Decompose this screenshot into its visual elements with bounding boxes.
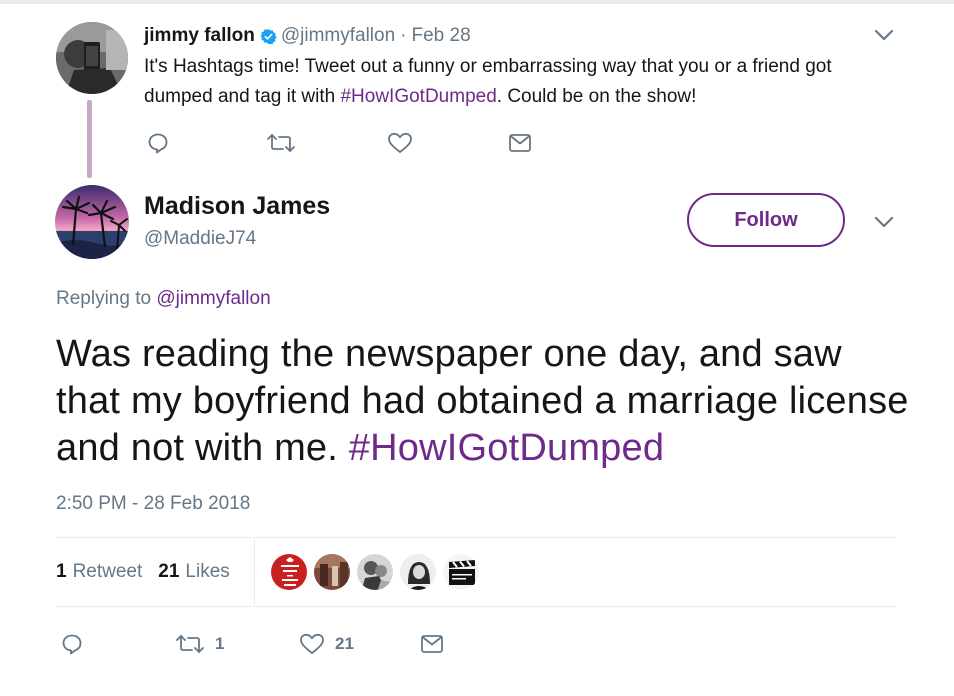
retweet-icon: [176, 635, 204, 653]
stats-top-divider: [56, 537, 896, 538]
main-like-count: 21: [335, 634, 354, 653]
retweets-stat[interactable]: 1 Retweet: [56, 561, 142, 583]
parent-text-tail: . Could be on the show!: [496, 86, 697, 107]
main-more-chevron-down-icon[interactable]: [873, 215, 895, 229]
likes-stat[interactable]: 21 Likes: [158, 561, 230, 583]
likers-avatar-list: [270, 553, 485, 591]
parent-retweet-button[interactable]: [266, 131, 296, 155]
message-icon: [421, 635, 443, 653]
like-count: 21: [158, 561, 180, 582]
like-icon: [300, 633, 324, 654]
parent-message-button[interactable]: [508, 131, 532, 155]
reply-icon: [148, 133, 168, 154]
retweet-count: 1: [56, 561, 67, 582]
follow-button[interactable]: Follow: [687, 193, 845, 247]
main-message-button[interactable]: [420, 632, 444, 656]
verified-badge-icon: [260, 28, 277, 44]
tweet-timestamp[interactable]: 2:50 PM - 28 Feb 2018: [56, 493, 250, 515]
parent-author-name[interactable]: jimmy fallon: [144, 25, 255, 47]
main-hashtag-link[interactable]: #HowIGotDumped: [349, 427, 664, 469]
parent-tweet-text: It's Hashtags time! Tweet out a funny or…: [144, 52, 904, 112]
parent-like-button[interactable]: [387, 131, 413, 155]
main-retweet-button[interactable]: 1: [175, 632, 224, 656]
main-like-button[interactable]: 21: [299, 632, 354, 656]
engagement-stats: 1 Retweet 21 Likes: [56, 561, 230, 583]
liker-avatar-keep-calm[interactable]: [270, 553, 308, 591]
liker-avatar-couple[interactable]: [356, 553, 394, 591]
main-reply-button[interactable]: [60, 632, 84, 656]
replying-prefix: Replying to: [56, 288, 152, 309]
parent-tweet-header: jimmy fallon @jimmyfallon · Feb 28: [144, 24, 471, 48]
like-icon: [388, 132, 412, 153]
main-author-handle[interactable]: @MaddieJ74: [144, 228, 256, 250]
parent-hashtag-link[interactable]: #HowIGotDumped: [340, 86, 496, 107]
parent-author-handle[interactable]: @jimmyfallon: [281, 25, 395, 47]
stats-vertical-divider: [254, 538, 255, 606]
like-label: Likes: [185, 561, 230, 582]
liker-avatar-woman[interactable]: [399, 553, 437, 591]
replying-mention-link[interactable]: @jimmyfallon: [156, 288, 270, 309]
parent-tweet-date[interactable]: Feb 28: [412, 25, 471, 47]
liker-avatar-room[interactable]: [313, 553, 351, 591]
stats-bottom-divider: [56, 606, 896, 607]
madison-james-avatar[interactable]: [55, 185, 129, 259]
jimmy-fallon-avatar[interactable]: [56, 22, 128, 94]
main-retweet-count: 1: [215, 634, 225, 653]
retweet-icon: [267, 134, 295, 152]
thread-connector-line: [87, 100, 92, 178]
top-border: [0, 0, 954, 4]
header-separator: ·: [400, 25, 407, 46]
main-author-name[interactable]: Madison James: [144, 192, 330, 221]
reply-icon: [62, 634, 82, 655]
liker-avatar-clapperboard[interactable]: [442, 553, 480, 591]
retweet-label: Retweet: [72, 561, 143, 582]
replying-to: Replying to @jimmyfallon: [56, 288, 271, 310]
message-icon: [509, 134, 531, 152]
parent-more-chevron-down-icon[interactable]: [873, 28, 895, 42]
parent-reply-button[interactable]: [146, 131, 170, 155]
main-tweet-text: Was reading the newspaper one day, and s…: [56, 331, 916, 472]
